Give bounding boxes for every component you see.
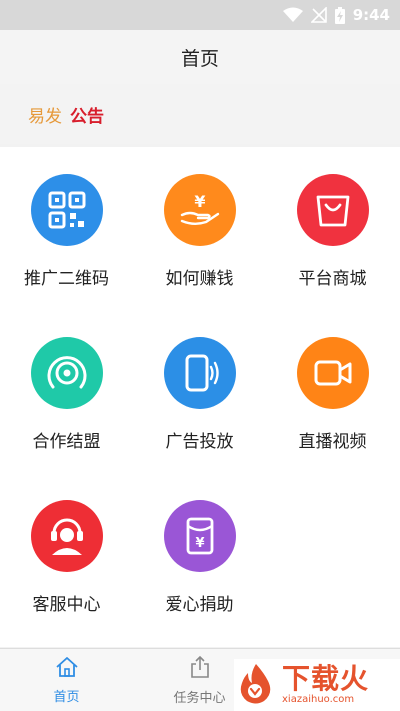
tab-home[interactable]: 首页 bbox=[0, 649, 133, 711]
grid-item-label: 直播视频 bbox=[298, 432, 367, 452]
watermark-url: xiazaihuo.com bbox=[282, 694, 355, 705]
feature-grid: 推广二维码 ¥ 如何赚钱 平台商城 合作结盟 广告投放 直播视频 客服中心 ¥ … bbox=[0, 147, 400, 647]
shopping-bag-icon bbox=[296, 174, 369, 246]
watermark-text: 下载火 xiazaihuo.com bbox=[282, 664, 369, 706]
svg-text:¥: ¥ bbox=[195, 536, 204, 551]
tab-label: 任务中心 bbox=[173, 690, 226, 706]
grid-item-label: 如何赚钱 bbox=[165, 269, 234, 289]
tab-label: 首页 bbox=[53, 689, 80, 705]
grid-item-earn-money[interactable]: ¥ 如何赚钱 bbox=[133, 147, 266, 310]
grid-item-shop[interactable]: 平台商城 bbox=[266, 147, 399, 310]
grid-item-label: 广告投放 bbox=[165, 432, 234, 452]
grid-item-label: 爱心捐助 bbox=[165, 595, 234, 615]
status-bar: 9:44 bbox=[0, 0, 400, 30]
notice-bar[interactable]: 易发 公告 bbox=[0, 84, 400, 144]
no-signal-icon bbox=[310, 7, 327, 23]
red-envelope-icon: ¥ bbox=[163, 500, 236, 572]
wifi-icon bbox=[282, 7, 303, 23]
site-watermark: 下载火 xiazaihuo.com bbox=[234, 659, 400, 711]
grid-item-donation[interactable]: ¥ 爱心捐助 bbox=[133, 473, 266, 636]
video-camera-icon bbox=[296, 337, 369, 409]
grid-item-label: 合作结盟 bbox=[32, 432, 101, 452]
earn-money-icon: ¥ bbox=[163, 174, 236, 246]
app-header: 首页 bbox=[0, 30, 400, 84]
grid-item-label: 推广二维码 bbox=[24, 269, 109, 289]
share-upload-icon bbox=[189, 655, 211, 683]
grid-item-live-video[interactable]: 直播视频 bbox=[266, 310, 399, 473]
phone-broadcast-icon bbox=[163, 337, 236, 409]
notice-brand: 易发 bbox=[28, 106, 62, 127]
status-time: 9:44 bbox=[352, 6, 390, 24]
qr-code-icon bbox=[30, 174, 103, 246]
grid-item-alliance[interactable]: 合作结盟 bbox=[0, 310, 133, 473]
target-icon bbox=[30, 337, 103, 409]
flame-logo-icon bbox=[234, 661, 278, 709]
headset-user-icon bbox=[30, 500, 103, 572]
grid-item-qr-code[interactable]: 推广二维码 bbox=[0, 147, 133, 310]
notice-label: 公告 bbox=[70, 106, 104, 127]
grid-item-label: 客服中心 bbox=[32, 595, 101, 615]
grid-item-label: 平台商城 bbox=[298, 269, 367, 289]
grid-item-support[interactable]: 客服中心 bbox=[0, 473, 133, 636]
page-title: 首页 bbox=[180, 47, 219, 70]
battery-charging-icon bbox=[334, 6, 345, 24]
grid-item-ads[interactable]: 广告投放 bbox=[133, 310, 266, 473]
watermark-main: 下载火 bbox=[282, 662, 370, 695]
svg-text:¥: ¥ bbox=[194, 192, 205, 211]
home-icon bbox=[55, 656, 79, 682]
